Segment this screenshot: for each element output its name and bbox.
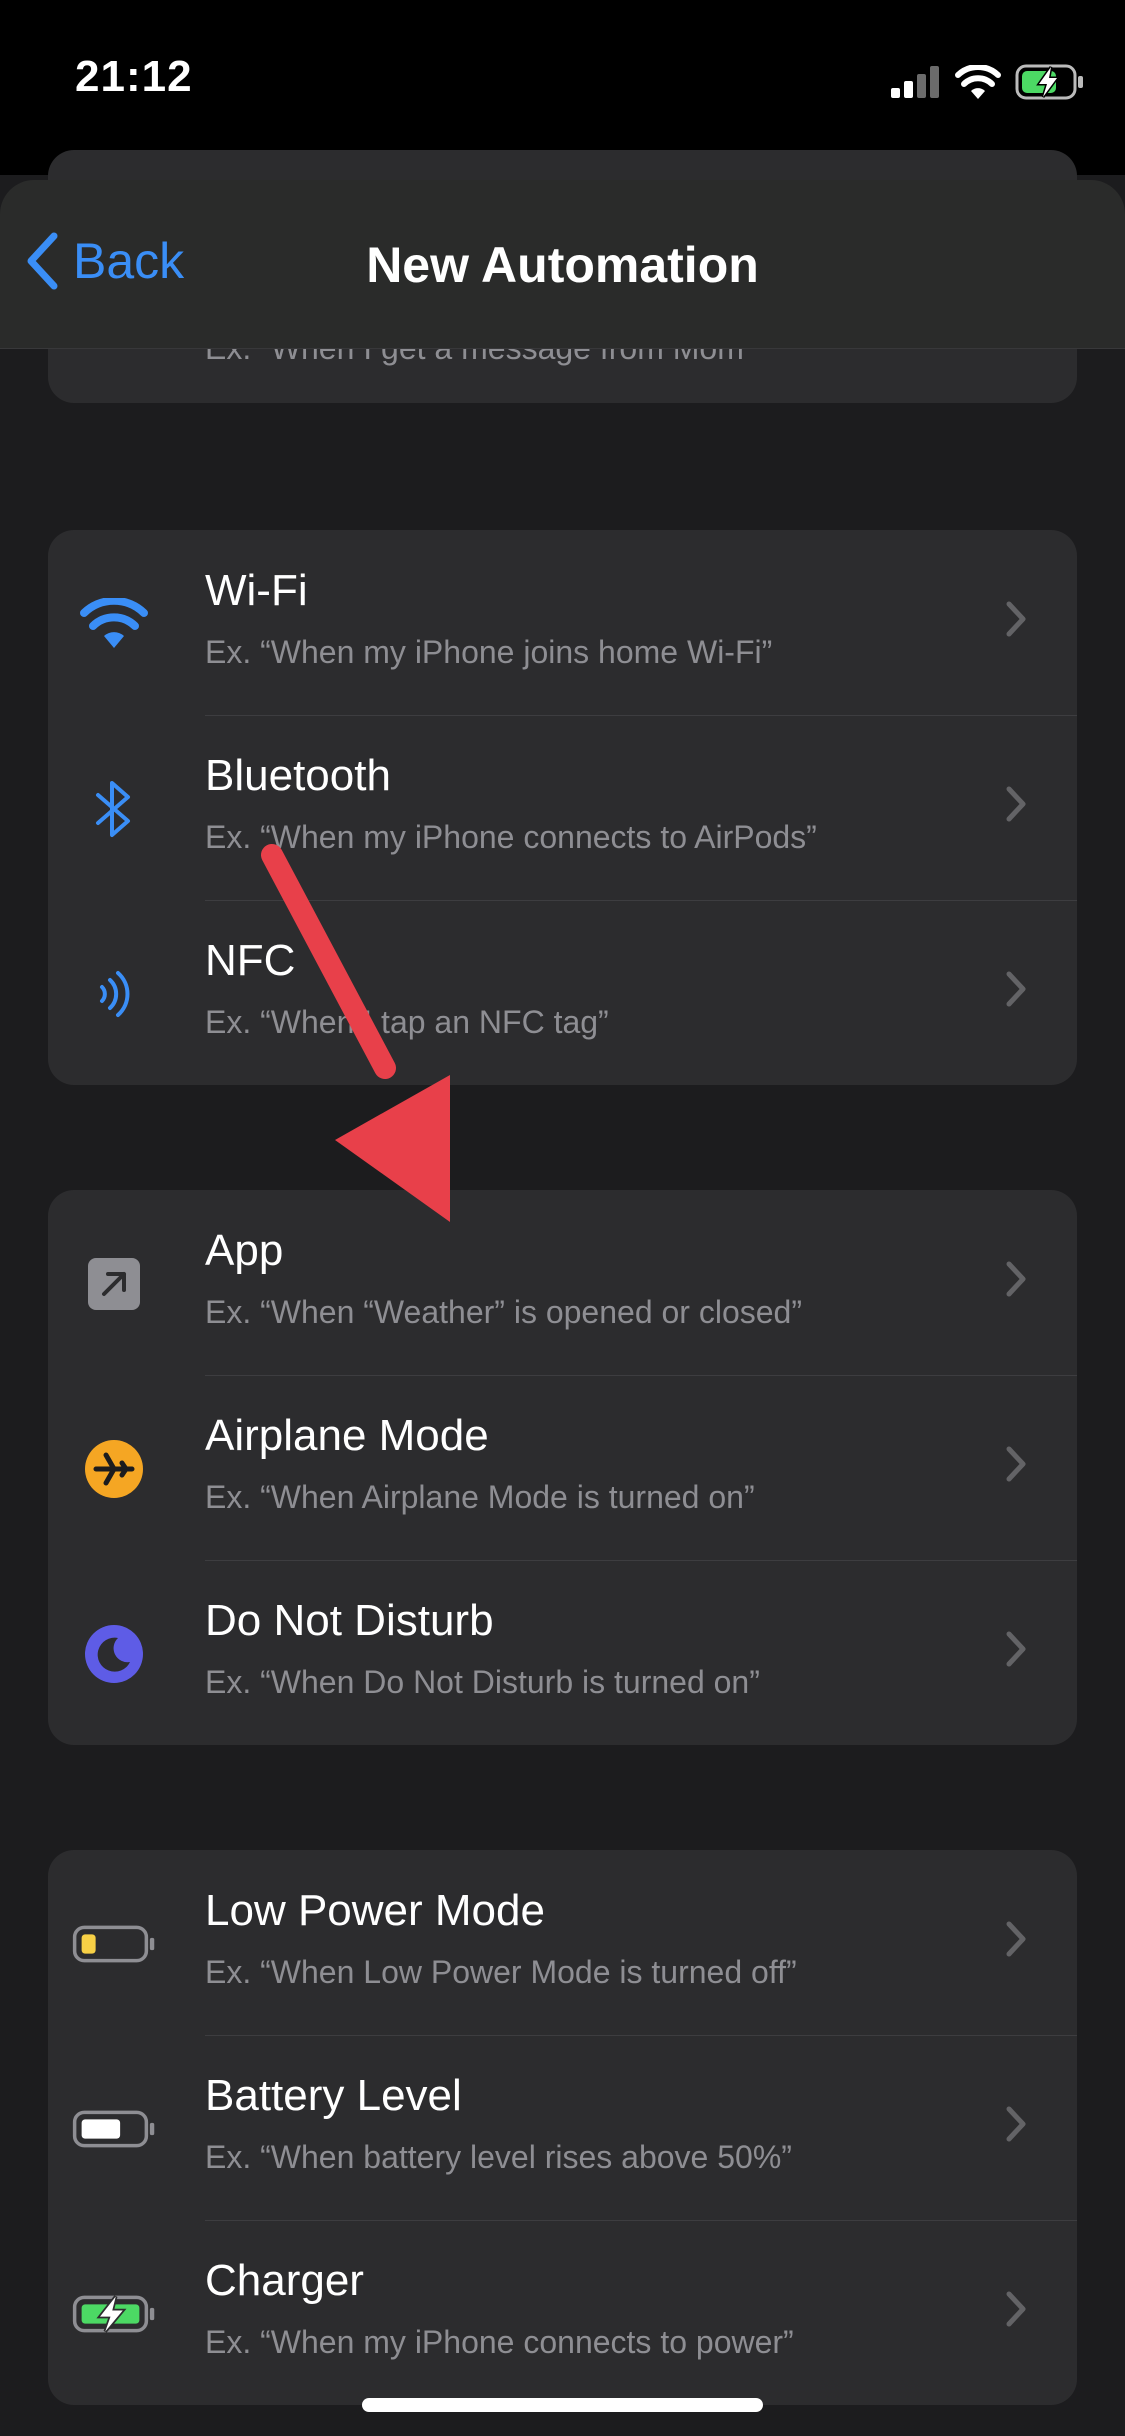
battery-level-row[interactable]: Battery Level Ex. “When battery level ri… (48, 2035, 1077, 2220)
charger-row[interactable]: Charger Ex. “When my iPhone connects to … (48, 2220, 1077, 2405)
row-title: App (205, 1226, 284, 1275)
row-subtitle: Ex. “When my iPhone connects to AirPods” (205, 819, 817, 855)
row-subtitle: Ex. “When Do Not Disturb is turned on” (205, 1664, 760, 1700)
battery-charging-status-icon (1015, 64, 1083, 100)
page-title: New Automation (366, 237, 759, 293)
chevron-right-icon (1006, 2106, 1026, 2142)
connectivity-group: Wi-Fi Ex. “When my iPhone joins home Wi-… (48, 530, 1077, 1085)
row-title: Low Power Mode (205, 1886, 545, 1935)
row-subtitle: Ex. “When Low Power Mode is turned off” (205, 1954, 797, 1990)
automation-sheet: Back New Automation Ex. “When I get a me… (0, 180, 1125, 2436)
row-subtitle: Ex. “When Airplane Mode is turned on” (205, 1479, 755, 1515)
chevron-right-icon (1006, 971, 1026, 1007)
row-subtitle: Ex. “When my iPhone joins home Wi-Fi” (205, 634, 773, 670)
row-title: NFC (205, 936, 296, 985)
row-title: Charger (205, 2256, 364, 2305)
do-not-disturb-row[interactable]: Do Not Disturb Ex. “When Do Not Disturb … (48, 1560, 1077, 1745)
wifi-icon (72, 582, 156, 666)
row-subtitle: Ex. “When my iPhone connects to power” (205, 2324, 794, 2360)
app-mode-group: App Ex. “When “Weather” is opened or clo… (48, 1190, 1077, 1745)
low-power-mode-row[interactable]: Low Power Mode Ex. “When Low Power Mode … (48, 1850, 1077, 2035)
row-title: Bluetooth (205, 751, 391, 800)
bluetooth-icon (72, 767, 156, 851)
chevron-right-icon (1006, 1921, 1026, 1957)
app-icon (72, 1242, 156, 1326)
row-title: Airplane Mode (205, 1411, 489, 1460)
row-subtitle: Ex. “When battery level rises above 50%” (205, 2139, 792, 2175)
nfc-icon (72, 952, 156, 1036)
chevron-right-icon (1006, 1631, 1026, 1667)
airplane-mode-row[interactable]: Airplane Mode Ex. “When Airplane Mode is… (48, 1375, 1077, 1560)
battery-icon (72, 2087, 156, 2171)
bluetooth-row[interactable]: Bluetooth Ex. “When my iPhone connects t… (48, 715, 1077, 900)
airplane-icon (72, 1427, 156, 1511)
chevron-right-icon (1006, 786, 1026, 822)
status-time: 21:12 (75, 52, 193, 101)
row-subtitle: Ex. “When I tap an NFC tag” (205, 1004, 609, 1040)
app-row[interactable]: App Ex. “When “Weather” is opened or clo… (48, 1190, 1077, 1375)
wifi-status-icon (955, 65, 1001, 99)
status-icons (891, 58, 1085, 106)
row-title: Do Not Disturb (205, 1596, 494, 1645)
chevron-right-icon (1006, 601, 1026, 637)
charging-battery-icon (72, 2272, 156, 2356)
row-title: Battery Level (205, 2071, 462, 2120)
home-indicator[interactable] (362, 2398, 763, 2412)
navigation-bar: Back New Automation (0, 180, 1125, 349)
chevron-right-icon (1006, 1446, 1026, 1482)
wifi-row[interactable]: Wi-Fi Ex. “When my iPhone joins home Wi-… (48, 530, 1077, 715)
power-group: Low Power Mode Ex. “When Low Power Mode … (48, 1850, 1077, 2405)
low-battery-icon (72, 1902, 156, 1986)
cellular-signal-icon (891, 66, 939, 98)
status-bar: 21:12 (0, 0, 1125, 175)
nfc-row[interactable]: NFC Ex. “When I tap an NFC tag” (48, 900, 1077, 1085)
row-title: Wi-Fi (205, 566, 308, 615)
chevron-right-icon (1006, 1261, 1026, 1297)
chevron-right-icon (1006, 2291, 1026, 2327)
moon-icon (72, 1612, 156, 1696)
row-subtitle: Ex. “When “Weather” is opened or closed” (205, 1294, 802, 1330)
